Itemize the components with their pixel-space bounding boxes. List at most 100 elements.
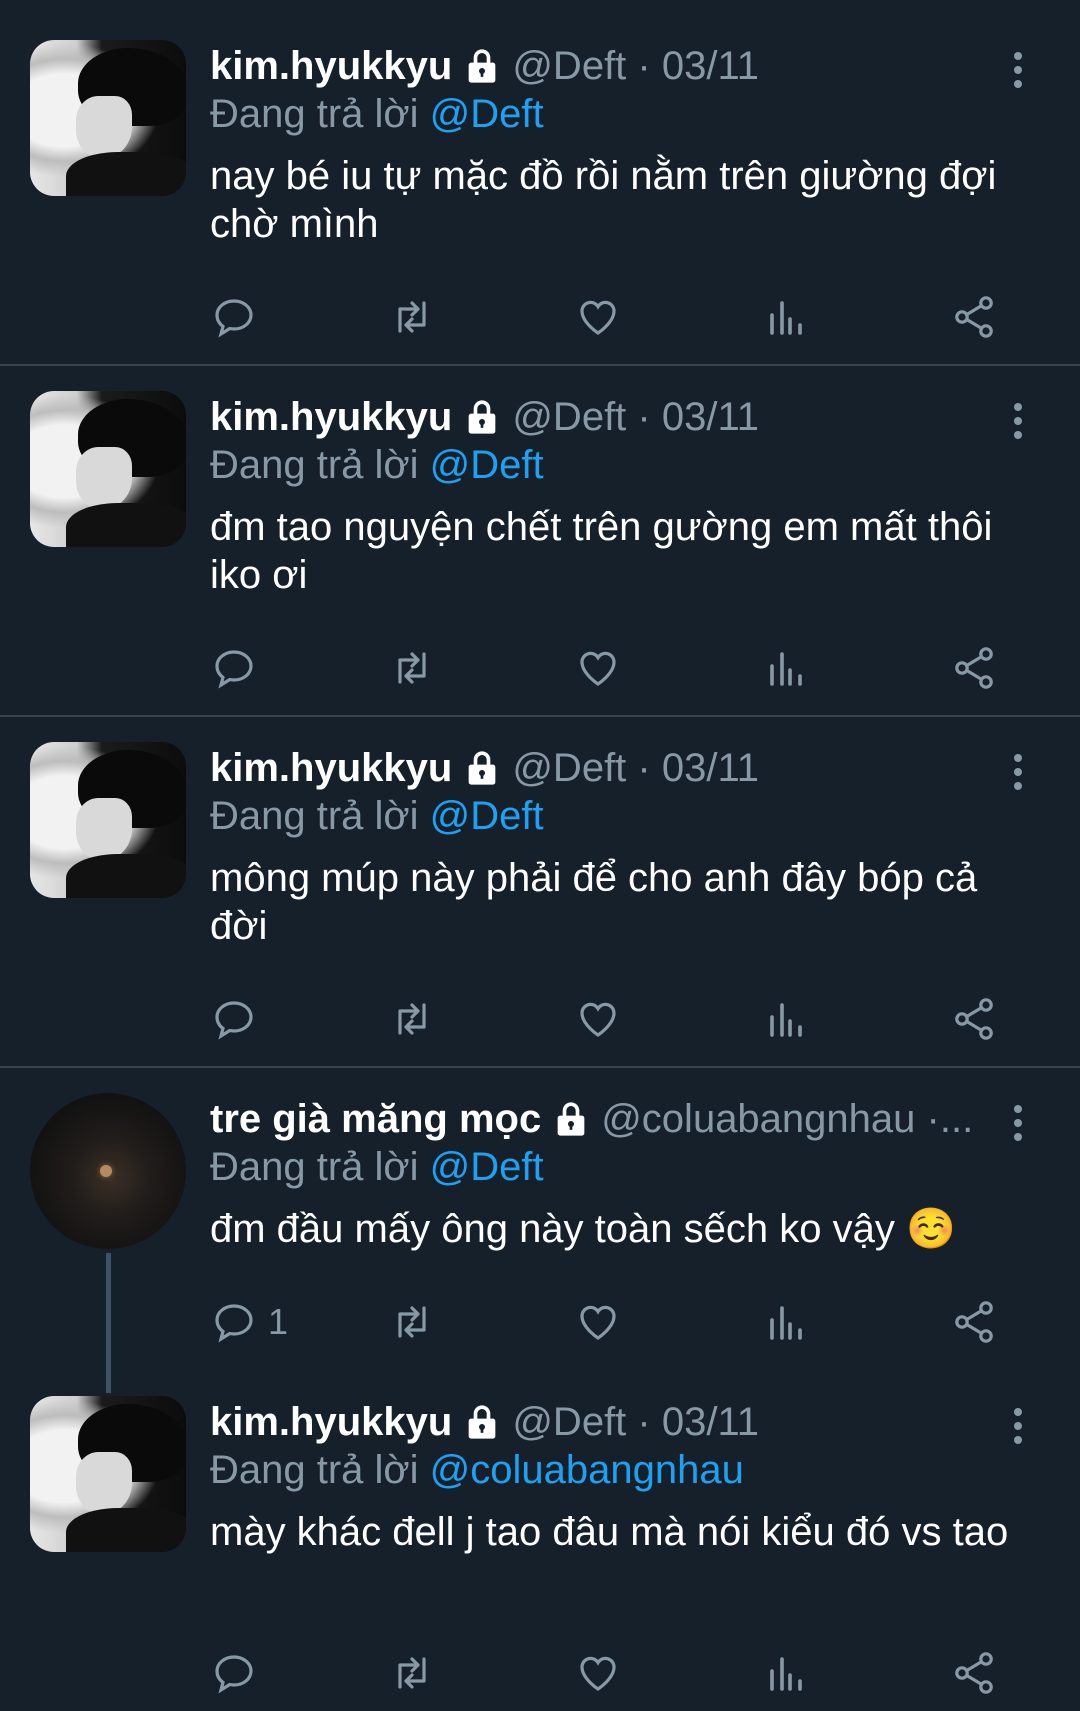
tweet-header: kim.hyukkyu @Deft · 03/11 [210,391,759,443]
reply-count: 1 [268,1301,289,1342]
analytics-button[interactable] [762,643,810,693]
avatar[interactable] [30,1093,186,1249]
avatar[interactable] [30,40,186,196]
analytics-icon [770,1657,802,1691]
replying-to: Đang trả lời @Deft [210,1145,544,1190]
replying-to: Đang trả lời @Deft [210,443,544,488]
lock-icon [468,49,496,83]
tweet-actions [210,292,1020,342]
replying-label: Đang trả lời [210,92,419,136]
tweet-actions [210,1648,1020,1698]
replying-to: Đang trả lời @Deft [210,794,544,839]
tweet-actions [210,643,1020,693]
reply-icon [215,1655,253,1694]
lock-icon [468,1405,496,1439]
more-vertical-icon[interactable] [1006,752,1030,792]
like-button[interactable] [574,994,622,1044]
more-vertical-icon[interactable] [1006,1406,1030,1446]
tweet-header: kim.hyukkyu @Deft · 03/11 [210,742,759,794]
tweet-text: nay bé iu tự mặc đồ rồi nằm trên giường … [210,154,997,246]
retweet-button[interactable] [388,1297,436,1347]
reply-button[interactable] [210,994,268,1044]
share-icon [955,647,993,689]
share-icon [955,998,993,1040]
handle-and-date: @coluabangnhau ·... [601,1096,974,1141]
tweet-header: tre già măng mọc @coluabangnhau ·... [210,1093,973,1145]
display-name[interactable]: kim.hyukkyu [210,1400,452,1445]
tweet-text: mông múp này phải để cho anh đây bóp cả … [210,856,978,948]
lock-icon [557,1102,585,1136]
analytics-button[interactable] [762,994,810,1044]
lock-icon [468,751,496,785]
replying-label: Đang trả lời [210,443,419,487]
retweet-button[interactable] [388,292,436,342]
lock-icon [468,400,496,434]
tweet-text: đm đầu mấy ông này toàn sếch ko vậy ☺️ [210,1207,956,1251]
like-button[interactable] [574,643,622,693]
replying-label: Đang trả lời [210,1145,419,1189]
display-name[interactable]: kim.hyukkyu [210,44,452,89]
retweet-button[interactable] [388,994,436,1044]
reply-mention-link[interactable]: @Deft [430,794,544,838]
share-button[interactable] [950,643,998,693]
share-button[interactable] [950,292,998,342]
more-vertical-icon[interactable] [1006,50,1030,90]
reply-mention-link[interactable]: @Deft [430,92,544,136]
heart-icon [580,300,616,335]
like-button[interactable] [574,1297,622,1347]
retweet-button[interactable] [388,643,436,693]
thread-connector-line [106,1253,111,1393]
like-button[interactable] [574,1648,622,1698]
handle-and-date: @Deft · 03/11 [512,394,759,439]
more-vertical-icon[interactable] [1006,401,1030,441]
divider [0,1066,1080,1068]
display-name[interactable]: tre già măng mọc [210,1097,541,1142]
share-button[interactable] [950,994,998,1044]
tweet-actions [210,994,1020,1044]
share-button[interactable] [950,1297,998,1347]
heart-icon [580,651,616,686]
reply-icon [215,1304,253,1343]
retweet-icon [398,652,426,684]
retweet-icon [398,301,426,333]
display-name[interactable]: kim.hyukkyu [210,746,452,791]
avatar[interactable] [30,391,186,547]
reply-button[interactable]: 1 [210,1297,288,1347]
handle-and-date: @Deft · 03/11 [512,745,759,790]
analytics-icon [770,1306,802,1340]
share-button[interactable] [950,1648,998,1698]
analytics-button[interactable] [762,292,810,342]
heart-icon [580,1656,616,1691]
reply-mention-link[interactable]: @coluabangnhau [430,1448,744,1492]
divider [0,715,1080,717]
like-button[interactable] [574,292,622,342]
tweet-actions: 1 [210,1297,1020,1347]
tweet-text: đm tao nguyện chết trên gường em mất thô… [210,505,993,597]
retweet-button[interactable] [388,1648,436,1698]
replying-label: Đang trả lời [210,794,419,838]
tweet-text: mày khác đell j tao đâu mà nói kiểu đó v… [210,1510,1009,1554]
retweet-icon [398,1003,426,1035]
share-icon [955,1301,993,1343]
display-name[interactable]: kim.hyukkyu [210,395,452,440]
avatar[interactable] [30,1396,186,1552]
reply-icon [215,650,253,689]
reply-mention-link[interactable]: @Deft [430,443,544,487]
share-icon [955,1652,993,1694]
more-vertical-icon[interactable] [1006,1103,1030,1143]
retweet-icon [398,1657,426,1689]
reply-button[interactable] [210,1648,268,1698]
share-icon [955,296,993,338]
handle-and-date: @Deft · 03/11 [512,1399,759,1444]
handle-and-date: @Deft · 03/11 [512,43,759,88]
reply-mention-link[interactable]: @Deft [430,1145,544,1189]
replying-to: Đang trả lời @Deft [210,92,544,137]
avatar[interactable] [30,742,186,898]
reply-button[interactable] [210,643,268,693]
timeline-feed: kim.hyukkyu @Deft · 03/11 Đang trả lời @… [0,0,1080,1711]
analytics-icon [770,301,802,335]
analytics-button[interactable] [762,1648,810,1698]
analytics-button[interactable] [762,1297,810,1347]
reply-button[interactable] [210,292,268,342]
tweet-header: kim.hyukkyu @Deft · 03/11 [210,40,759,92]
